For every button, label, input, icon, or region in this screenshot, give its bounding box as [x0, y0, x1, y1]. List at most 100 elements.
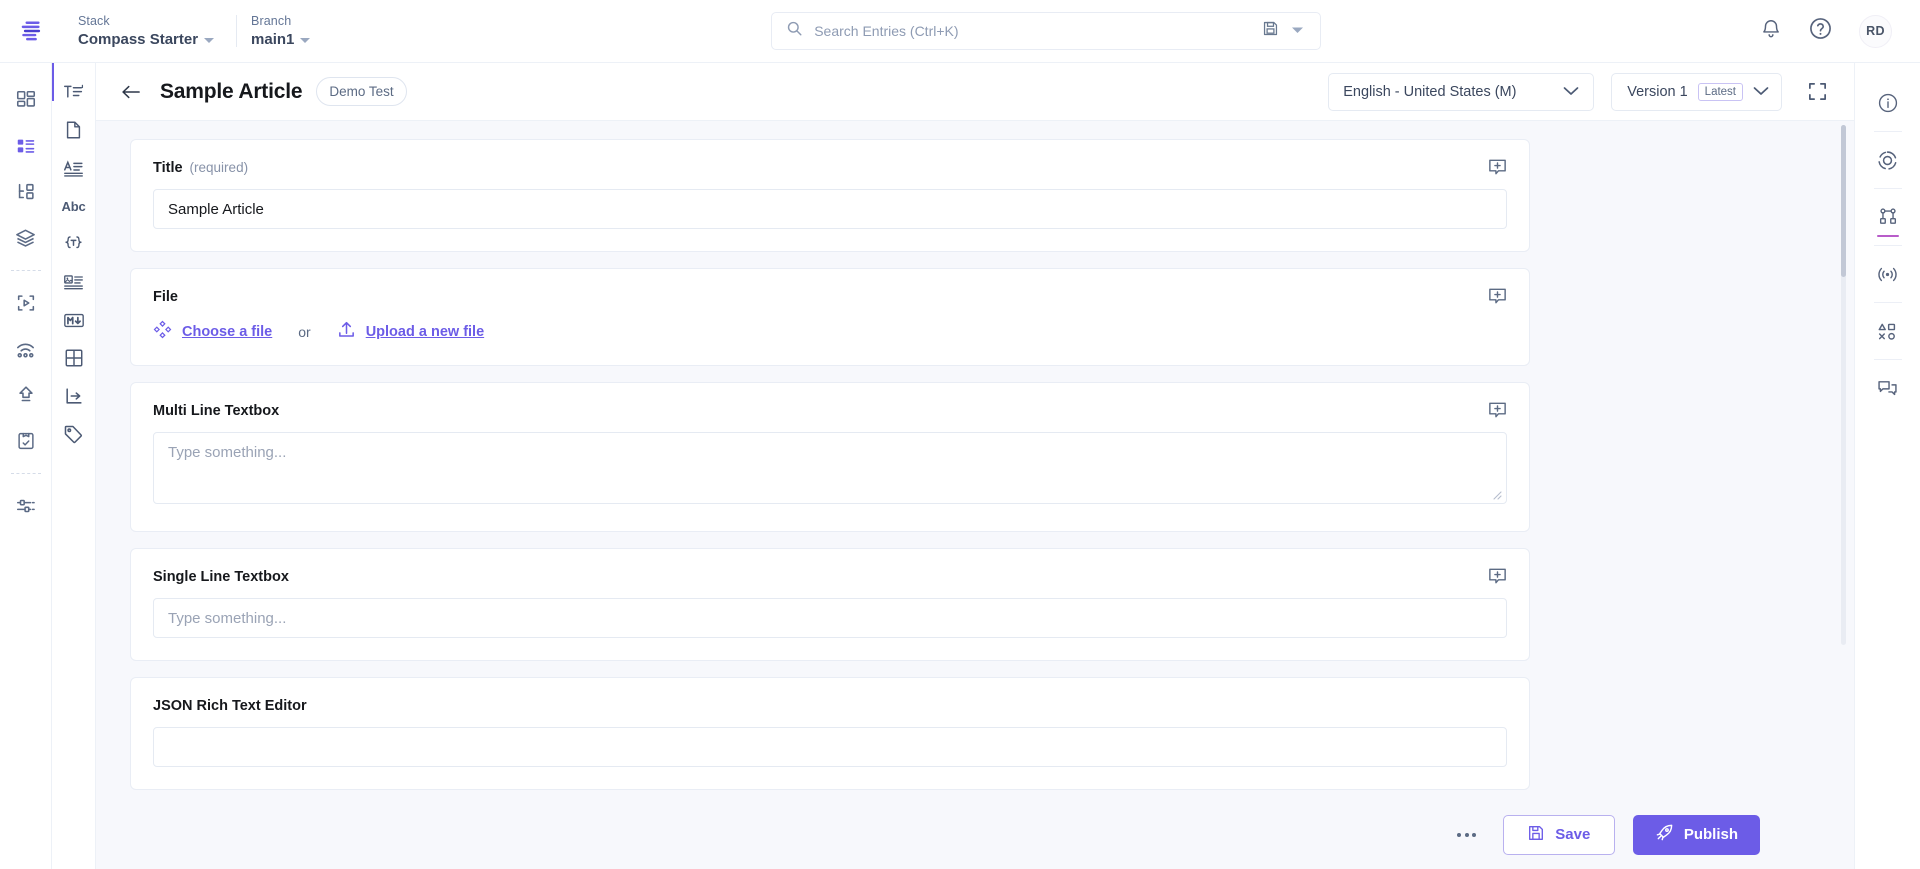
- field-label: Single Line Textbox: [153, 569, 289, 585]
- search-box[interactable]: [771, 12, 1322, 50]
- save-button-label: Save: [1555, 826, 1591, 843]
- upload-a-new-file-button[interactable]: Upload a new file: [337, 320, 484, 343]
- field-rail-file-icon[interactable]: [54, 111, 94, 149]
- add-comment-icon[interactable]: [1487, 157, 1509, 179]
- scrollbar-thumb[interactable]: [1841, 125, 1846, 277]
- main-content: Sample Article Demo Test English - Unite…: [96, 63, 1854, 869]
- sidebar-item-dashboard[interactable]: [4, 77, 48, 123]
- locale-selector[interactable]: English - United States (M): [1328, 72, 1595, 111]
- single-line-textbox-input[interactable]: [153, 598, 1507, 638]
- field-rail-markdown-icon[interactable]: [54, 301, 94, 339]
- floppy-save-icon: [1527, 824, 1545, 846]
- fullscreen-icon[interactable]: [1804, 79, 1830, 105]
- version-selector[interactable]: Version 1 Latest: [1611, 72, 1782, 111]
- caret-down-icon[interactable]: [1291, 22, 1304, 40]
- field-rail-reference-icon[interactable]: [54, 377, 94, 415]
- field-card-json-rich-text-editor: JSON Rich Text Editor: [130, 677, 1530, 790]
- publish-button[interactable]: Publish: [1632, 814, 1760, 855]
- contentstack-logo-icon[interactable]: [0, 0, 64, 63]
- stack-branch-group: Stack Compass Starter Branch main1: [64, 0, 332, 63]
- right-rail-references[interactable]: [1866, 195, 1910, 239]
- floppy-disk-icon[interactable]: [1262, 20, 1279, 42]
- right-sidebar: [1854, 63, 1920, 869]
- question-circle-icon[interactable]: [1808, 16, 1833, 46]
- divider: [10, 270, 41, 271]
- search-input[interactable]: [814, 23, 1252, 39]
- json-rich-text-editor-input[interactable]: [153, 727, 1507, 767]
- right-rail-versions[interactable]: [1866, 138, 1910, 182]
- sidebar-item-tasks[interactable]: [4, 418, 48, 464]
- avatar[interactable]: RD: [1859, 14, 1892, 48]
- field-label-row: File: [153, 289, 1507, 305]
- field-label: File: [153, 289, 178, 305]
- field-required-text: (required): [189, 160, 249, 175]
- field-label-row: Single Line Textbox: [153, 569, 1507, 585]
- sidebar-item-live-preview[interactable]: [4, 280, 48, 326]
- top-bar: Stack Compass Starter Branch main1 Searc…: [0, 0, 1920, 63]
- field-label-row: Title (required): [153, 160, 1507, 176]
- save-button[interactable]: Save: [1502, 814, 1615, 855]
- divider: [1873, 302, 1902, 303]
- action-bar: Save Publish: [1408, 800, 1788, 869]
- sidebar-item-entries[interactable]: [4, 123, 48, 169]
- stack-label: Stack: [78, 14, 110, 28]
- entry-form-scroll[interactable]: Title (required) Sample Article File Cho…: [96, 121, 1854, 869]
- right-rail-variants[interactable]: [1866, 309, 1910, 353]
- dot: [1457, 832, 1462, 837]
- branch-value: main1: [251, 31, 295, 48]
- add-comment-icon[interactable]: [1487, 566, 1509, 588]
- upload-icon: [337, 320, 356, 343]
- choose-a-file-button[interactable]: Choose a file: [153, 320, 272, 343]
- right-rail-publish-activity[interactable]: [1866, 252, 1910, 296]
- sidebar-item-publish-queue[interactable]: [4, 372, 48, 418]
- title-input[interactable]: [153, 189, 1507, 229]
- divider: [10, 473, 41, 474]
- vertical-scrollbar[interactable]: [1841, 125, 1846, 645]
- sidebar-item-assets[interactable]: [4, 215, 48, 261]
- field-rail-table-icon[interactable]: [54, 339, 94, 377]
- search-actions: [1262, 20, 1310, 42]
- caret-down-icon: [204, 38, 215, 43]
- field-rail-multiline-icon[interactable]: [54, 149, 94, 187]
- add-comment-icon[interactable]: [1487, 286, 1509, 308]
- caret-down-icon: [300, 38, 311, 43]
- field-rail-taxonomy-icon[interactable]: [54, 415, 94, 453]
- field-rail-json-rte-icon[interactable]: [54, 225, 94, 263]
- stack-selector[interactable]: Stack Compass Starter: [64, 14, 236, 48]
- field-rail-title-icon[interactable]: [54, 73, 94, 111]
- dot: [1464, 832, 1469, 837]
- search-icon: [786, 20, 803, 42]
- divider: [1873, 188, 1902, 189]
- field-card-file: File Choose a file or Upload a new file: [130, 268, 1530, 366]
- content-type-tag[interactable]: Demo Test: [316, 77, 407, 106]
- choose-a-file-label: Choose a file: [182, 323, 273, 340]
- field-label-row: Multi Line Textbox: [153, 403, 1507, 419]
- body: Abc Sample Article Demo Test English - U…: [0, 63, 1920, 869]
- field-card-single-line-textbox: Single Line Textbox: [130, 548, 1530, 661]
- field-rail-rich-text-icon[interactable]: [54, 263, 94, 301]
- multi-line-textbox-input[interactable]: [153, 432, 1507, 504]
- asset-diamond-icon: [153, 320, 172, 343]
- add-comment-icon[interactable]: [1487, 400, 1509, 422]
- entry-form: Title (required) Sample Article File Cho…: [130, 139, 1530, 790]
- rocket-icon: [1655, 823, 1674, 846]
- branch-value-row: main1: [251, 31, 311, 48]
- bell-icon[interactable]: [1760, 18, 1782, 45]
- sidebar-item-releases[interactable]: [4, 326, 48, 372]
- publish-button-label: Publish: [1683, 826, 1738, 843]
- right-rail-discussions[interactable]: [1866, 366, 1910, 410]
- sidebar-item-settings[interactable]: [4, 483, 48, 529]
- textarea-wrap: [153, 432, 1507, 509]
- field-rail-singleline-icon[interactable]: Abc: [54, 187, 94, 225]
- arrow-left-icon[interactable]: [116, 77, 146, 107]
- sidebar-item-content-models[interactable]: [4, 169, 48, 215]
- locale-value: English - United States (M): [1343, 83, 1517, 100]
- top-bar-actions: RD: [1760, 14, 1920, 48]
- primary-sidebar: [0, 63, 52, 869]
- ellipsis-icon[interactable]: [1449, 817, 1485, 853]
- branch-selector[interactable]: Branch main1: [237, 14, 332, 48]
- page-title: Sample Article: [160, 79, 303, 103]
- chevron-down-icon: [1753, 84, 1769, 100]
- divider: [1873, 245, 1902, 246]
- right-rail-entry-details[interactable]: [1866, 81, 1910, 125]
